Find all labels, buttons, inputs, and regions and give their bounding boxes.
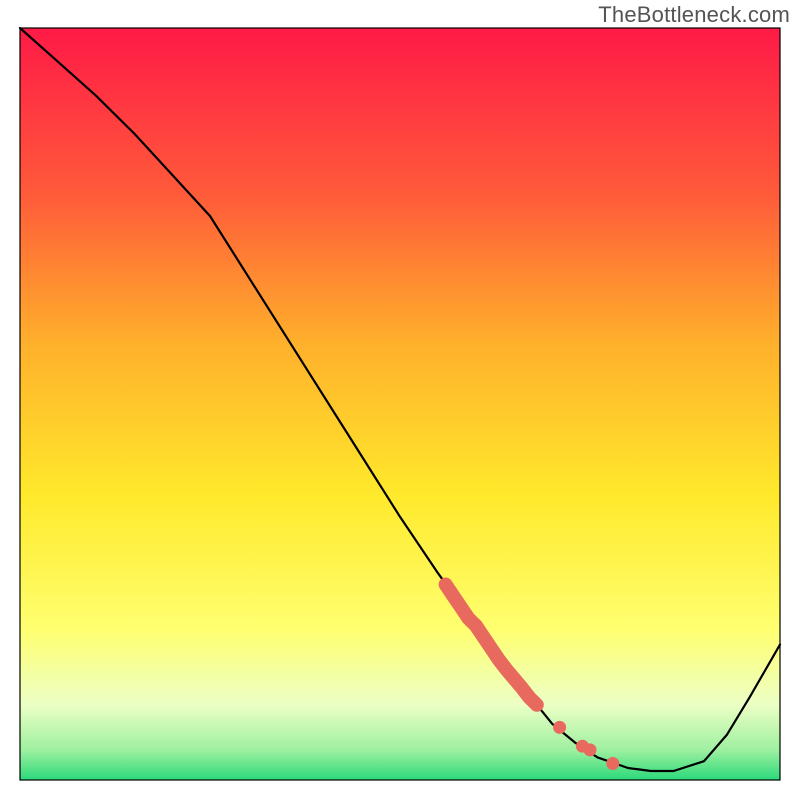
highlight-point [439, 578, 452, 591]
highlight-point [584, 743, 597, 756]
highlight-point [454, 601, 467, 614]
highlight-point [553, 721, 566, 734]
highlight-point [606, 757, 619, 770]
watermark-text: TheBottleneck.com [598, 2, 790, 28]
highlight-point [477, 631, 490, 644]
plot-background [20, 28, 780, 780]
highlight-point [485, 642, 498, 655]
highlight-point [447, 589, 460, 602]
chart-container: TheBottleneck.com [0, 0, 800, 800]
highlight-point [530, 698, 543, 711]
highlight-point [470, 619, 483, 632]
bottleneck-chart [0, 0, 800, 800]
